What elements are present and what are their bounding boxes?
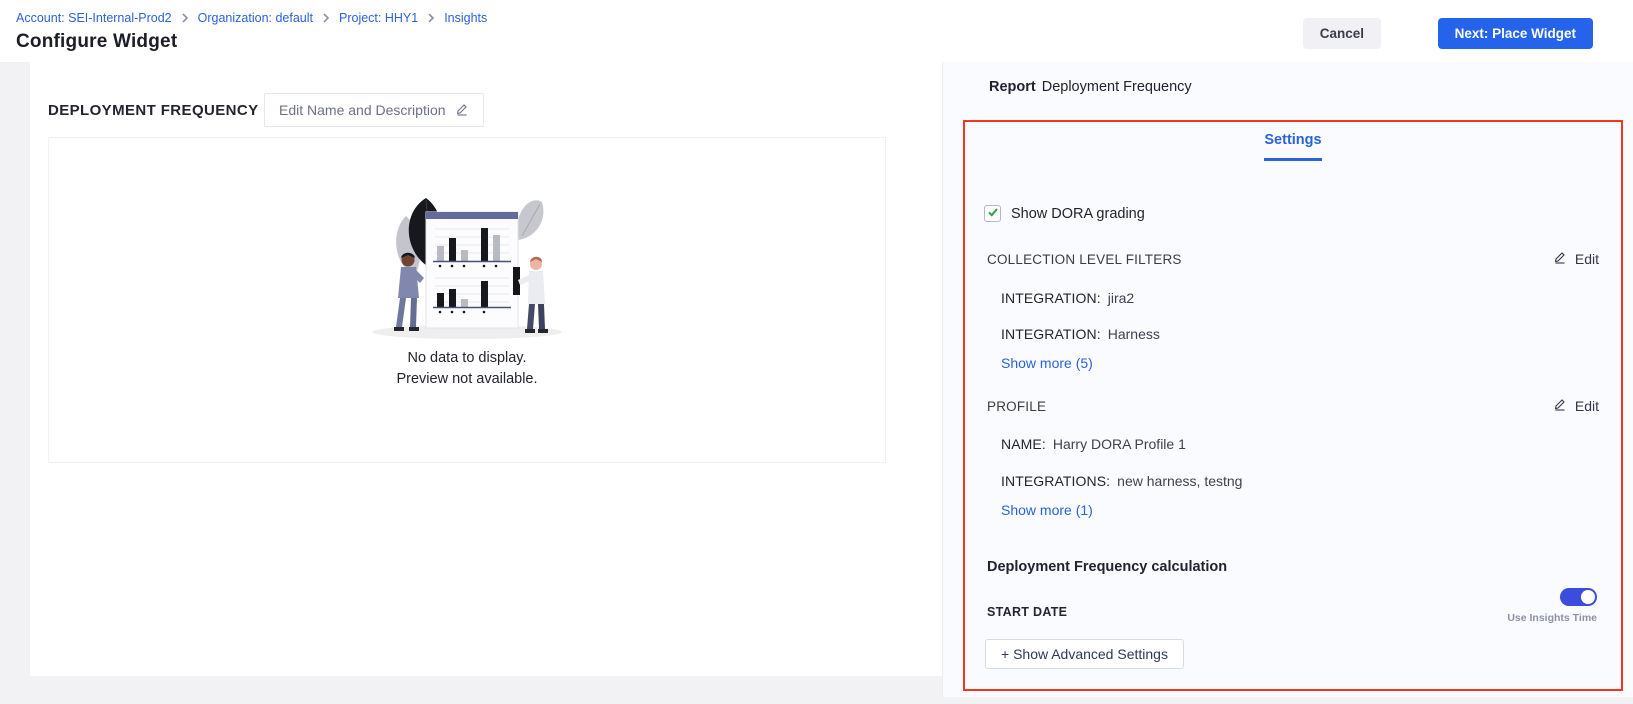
profile-header: PROFILE [987, 399, 1046, 414]
top-header: Account: SEI-Internal-Prod2 Organization… [0, 0, 1633, 62]
chevron-right-icon [322, 13, 330, 23]
widget-name-heading: DEPLOYMENT FREQUENCY [48, 102, 259, 119]
calculation-title: Deployment Frequency calculation [987, 559, 1227, 575]
integration-value: Harness [1108, 326, 1160, 342]
settings-highlight-box: Settings Show DORA grading COLLECTION LE… [963, 120, 1623, 691]
report-heading: Report Deployment Frequency [989, 79, 1192, 95]
report-label: Report [989, 79, 1036, 95]
pencil-icon [1553, 250, 1567, 267]
integrations-value: new harness, testng [1117, 473, 1242, 489]
collection-filters-header: COLLECTION LEVEL FILTERS [987, 252, 1182, 267]
pencil-icon [1553, 397, 1567, 414]
cancel-button[interactable]: Cancel [1303, 18, 1381, 49]
dora-grading-label: Show DORA grading [1011, 206, 1145, 222]
next-place-widget-button[interactable]: Next: Place Widget [1438, 18, 1593, 49]
use-insights-time-label: Use Insights Time [1507, 612, 1597, 624]
no-data-text: No data to display. [49, 350, 885, 366]
check-icon [987, 205, 999, 223]
integration-value: jira2 [1108, 290, 1134, 306]
breadcrumb-insights[interactable]: Insights [444, 11, 487, 25]
edit-collection-filters-link[interactable]: Edit [1553, 250, 1599, 267]
chevron-right-icon [181, 13, 189, 23]
edit-profile-link[interactable]: Edit [1553, 397, 1599, 414]
preview-unavailable-text: Preview not available. [49, 371, 885, 387]
widget-preview-panel: DEPLOYMENT FREQUENCY Edit Name and Descr… [30, 62, 942, 676]
report-value: Deployment Frequency [1042, 79, 1192, 95]
show-dora-grading-row[interactable]: Show DORA grading [984, 205, 1145, 222]
profile-integrations-row: INTEGRATIONS: new harness, testng [1001, 473, 1242, 489]
widget-settings-panel: Report Deployment Frequency Settings Show… [942, 62, 1633, 697]
name-value: Harry DORA Profile 1 [1053, 436, 1186, 452]
toggle-knob [1581, 590, 1595, 604]
breadcrumb-organization[interactable]: Organization: default [198, 11, 313, 25]
chevron-right-icon [427, 13, 435, 23]
integration-label: INTEGRATION: [1001, 326, 1101, 342]
edit-name-label: Edit Name and Description [279, 102, 446, 118]
name-label: NAME: [1001, 436, 1046, 452]
tab-settings[interactable]: Settings [965, 132, 1621, 148]
tab-active-indicator [1264, 158, 1322, 161]
dora-grading-checkbox[interactable] [984, 205, 1001, 222]
integration-row: INTEGRATION: Harness [1001, 326, 1160, 342]
breadcrumb-project[interactable]: Project: HHY1 [339, 11, 418, 25]
empty-state-illustration [342, 174, 592, 342]
breadcrumb-account[interactable]: Account: SEI-Internal-Prod2 [16, 11, 172, 25]
show-advanced-settings-button[interactable]: + Show Advanced Settings [985, 639, 1184, 669]
profile-name-row: NAME: Harry DORA Profile 1 [1001, 436, 1186, 452]
integration-row: INTEGRATION: jira2 [1001, 290, 1134, 306]
edit-label: Edit [1575, 398, 1599, 414]
integration-label: INTEGRATION: [1001, 290, 1101, 306]
widget-preview-card: No data to display. Preview not availabl… [48, 137, 886, 463]
collection-show-more-link[interactable]: Show more (5) [1001, 355, 1093, 371]
use-insights-time-toggle[interactable] [1560, 588, 1597, 606]
start-date-label: START DATE [987, 605, 1067, 619]
integrations-label: INTEGRATIONS: [1001, 473, 1110, 489]
edit-name-description-button[interactable]: Edit Name and Description [264, 93, 484, 127]
edit-label: Edit [1575, 251, 1599, 267]
breadcrumb: Account: SEI-Internal-Prod2 Organization… [16, 11, 487, 25]
pencil-icon [455, 102, 469, 119]
profile-show-more-link[interactable]: Show more (1) [1001, 502, 1093, 518]
page-title: Configure Widget [16, 31, 177, 53]
